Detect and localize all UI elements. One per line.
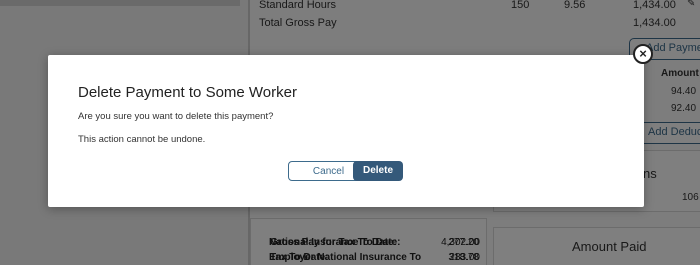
close-icon[interactable]: × — [633, 44, 653, 64]
delete-button[interactable]: Delete — [353, 161, 403, 181]
delete-payment-dialog: Delete Payment to Some Worker Are you su… — [48, 55, 644, 207]
dialog-question: Are you sure you want to delete this pay… — [78, 111, 274, 122]
dialog-title: Delete Payment to Some Worker — [78, 84, 297, 101]
dialog-warning: This action cannot be undone. — [78, 134, 206, 145]
